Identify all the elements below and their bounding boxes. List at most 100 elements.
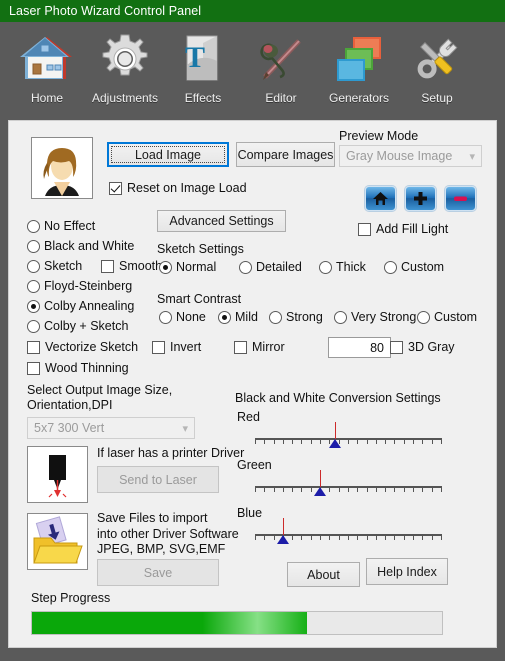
checkbox-box [234,340,247,354]
toolbar-item-home[interactable]: Home [8,28,86,105]
laser-note: If laser has a printer Driver [97,446,245,460]
invert-checkbox[interactable]: Invert [152,340,201,354]
radio-dot [417,310,430,324]
preview-mode-select[interactable]: Gray Mouse Image ▾ [339,145,482,167]
checkbox-box [358,222,371,236]
wood-thinning-label: Wood Thinning [45,361,129,375]
effect-option-colby-plus-sketch[interactable]: Colby + Sketch [27,316,162,336]
smooth-label: Smooth [119,259,163,273]
green-channel-slider[interactable] [255,470,442,498]
red-channel-slider[interactable] [255,422,442,450]
pen-pencil-icon [253,28,309,90]
mirror-label: Mirror [252,340,285,354]
toolbar-item-editor[interactable]: Editor [242,28,320,105]
send-to-laser-button[interactable]: Send to Laser [97,466,219,493]
mirror-checkbox[interactable]: Mirror [234,340,285,354]
radio-dot [27,319,40,333]
toolbar-item-generators[interactable]: Generators [320,28,398,105]
step-progress-label: Step Progress [31,591,111,605]
contrast-option-mild[interactable]: Mild [218,310,269,324]
checkbox-box [109,181,122,195]
contrast-option-label: None [176,310,206,324]
nav-zoom-in-button[interactable] [405,186,436,211]
main-toolbar: Home Adjustments T Effects Editor Genera… [0,22,505,117]
contrast-option-strong[interactable]: Strong [269,310,334,324]
reset-on-image-load-label: Reset on Image Load [127,181,247,195]
save-note: Save Files to import into other Driver S… [97,511,239,558]
vectorize-sketch-checkbox[interactable]: Vectorize Sketch [27,340,138,354]
output-size-select[interactable]: 5x7 300 Vert ▾ [27,417,195,439]
send-to-laser-label: Send to Laser [119,472,197,487]
laser-head-icon [28,447,87,502]
slider-thumb[interactable] [277,535,290,544]
smart-contrast-label: Smart Contrast [157,292,242,306]
image-thumbnail[interactable] [31,137,93,199]
sketch-option-custom[interactable]: Custom [384,260,444,274]
smooth-checkbox[interactable]: Smooth [101,259,162,273]
chevron-down-icon: ▾ [469,150,475,163]
radio-dot [334,310,347,324]
about-button[interactable]: About [287,562,360,587]
checkbox-box [27,361,40,375]
output-size-label: Select Output Image Size, Orientation,DP… [27,383,172,413]
slider-thumb[interactable] [329,439,342,448]
nav-zoom-out-button[interactable] [445,186,476,211]
sketch-option-detailed[interactable]: Detailed [239,260,319,274]
home-icon [373,192,388,205]
wood-thinning-checkbox[interactable]: Wood Thinning [27,361,129,375]
radio-dot [239,260,252,274]
effect-option-no-effect[interactable]: No Effect [27,216,162,236]
compare-images-button[interactable]: Compare Images [236,142,335,167]
contrast-option-label: Custom [434,310,478,324]
effect-option-sketch[interactable]: Sketch [27,259,101,273]
invert-label: Invert [170,340,202,354]
slider-ticks [255,438,442,444]
radio-dot [269,310,282,324]
effect-option-label: Colby Annealing [44,299,135,313]
control-panel: Load Image Compare Images Reset on Image… [8,120,497,648]
toolbar-item-adjustments[interactable]: Adjustments [86,28,164,105]
3d-gray-label: 3D Gray [408,340,455,354]
svg-text:T: T [185,41,205,74]
reset-on-image-load-checkbox[interactable]: Reset on Image Load [109,181,247,195]
contrast-option-custom[interactable]: Custom [417,310,477,324]
blue-channel-label: Blue [237,506,263,520]
output-size-label-line2: Orientation,DPI [27,398,113,412]
slider-needle [320,470,322,487]
nav-home-button[interactable] [365,186,396,211]
smart-contrast-radio-group: None Mild Strong Very Strong Custom [159,310,477,324]
checkbox-box [27,340,40,354]
help-index-button[interactable]: Help Index [366,558,448,585]
effect-option-floyd-steinberg[interactable]: Floyd-Steinberg [27,276,162,296]
contrast-option-none[interactable]: None [159,310,218,324]
slider-thumb[interactable] [314,487,327,496]
checkbox-box [101,259,114,273]
slider-needle [283,518,285,535]
advanced-settings-button[interactable]: Advanced Settings [157,210,286,232]
slider-ticks [255,486,442,492]
effect-option-label: Sketch [44,259,83,273]
gear-icon [97,28,153,90]
3d-gray-checkbox[interactable]: 3D Gray [390,340,455,354]
sketch-option-thick[interactable]: Thick [319,260,384,274]
sketch-option-normal[interactable]: Normal [159,260,239,274]
contrast-option-very-strong[interactable]: Very Strong [334,310,417,324]
compare-images-label: Compare Images [237,147,334,162]
contrast-option-label: Mild [235,310,258,324]
effect-radio-group: No Effect Black and White Sketch Smooth … [27,216,162,336]
effect-option-black-and-white[interactable]: Black and White [27,236,162,256]
blue-channel-slider[interactable] [255,518,442,546]
threshold-value: 80 [370,340,384,355]
toolbar-item-effects[interactable]: T Effects [164,28,242,105]
effect-option-colby-annealing[interactable]: Colby Annealing [27,296,162,316]
save-button[interactable]: Save [97,559,219,586]
green-channel-label: Green [237,458,272,472]
minus-icon [454,196,467,201]
radio-dot [27,239,40,253]
add-fill-light-checkbox[interactable]: Add Fill Light [358,222,448,236]
load-image-button[interactable]: Load Image [107,142,229,167]
toolbar-item-setup[interactable]: Setup [398,28,476,105]
plus-icon [414,192,427,205]
threshold-input[interactable]: 80 [328,337,391,358]
layers-icon [331,28,387,90]
